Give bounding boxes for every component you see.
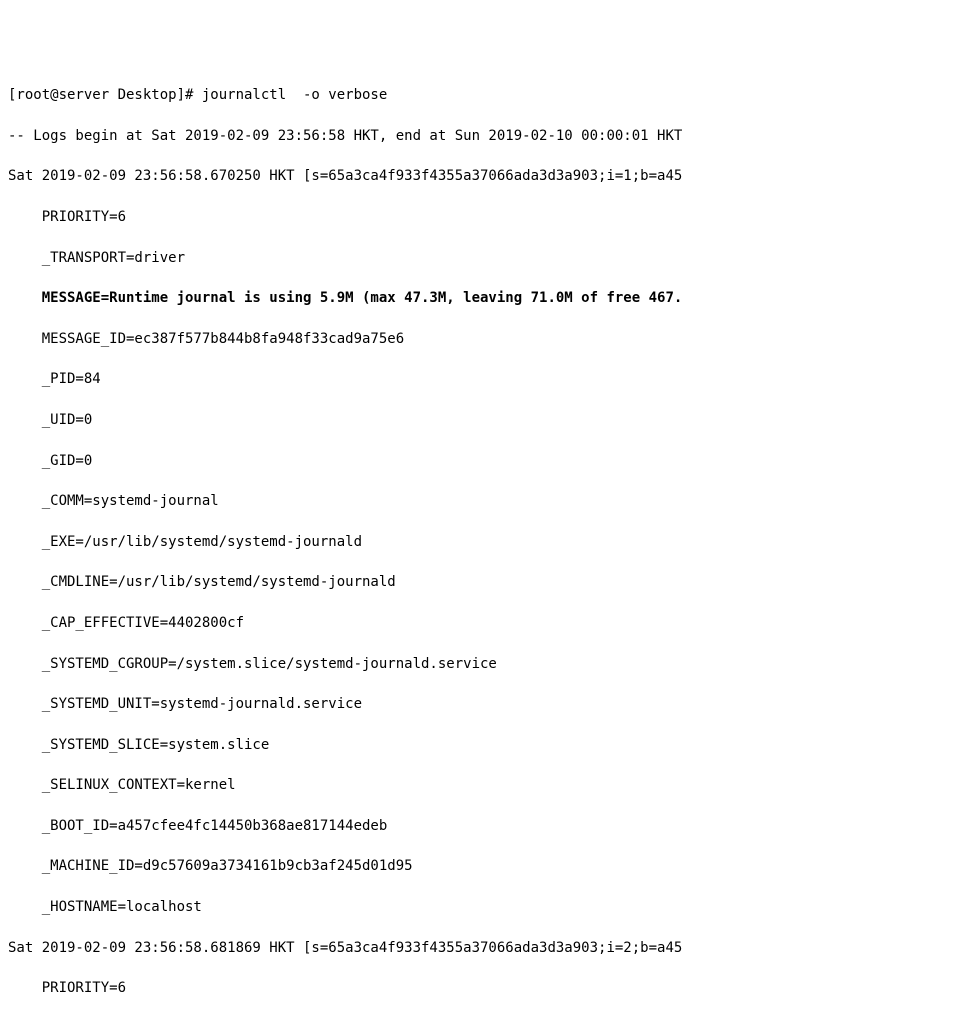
entry-1-gid: _GID=0	[8, 451, 970, 471]
entry-1-systemd-cgroup: _SYSTEMD_CGROUP=/system.slice/systemd-jo…	[8, 654, 970, 674]
entry-1-transport: _TRANSPORT=driver	[8, 248, 970, 268]
entry-1-selinux-context: _SELINUX_CONTEXT=kernel	[8, 775, 970, 795]
entry-1-hostname: _HOSTNAME=localhost	[8, 897, 970, 917]
entry-2-priority: PRIORITY=6	[8, 978, 970, 998]
entry-1-boot-id: _BOOT_ID=a457cfee4fc14450b368ae817144ede…	[8, 816, 970, 836]
entry-1-machine-id: _MACHINE_ID=d9c57609a3734161b9cb3af245d0…	[8, 856, 970, 876]
entry-1-priority: PRIORITY=6	[8, 207, 970, 227]
entry-2-timestamp: Sat 2019-02-09 23:56:58.681869 HKT [s=65…	[8, 938, 970, 958]
entry-1-cmdline: _CMDLINE=/usr/lib/systemd/systemd-journa…	[8, 572, 970, 592]
log-header: -- Logs begin at Sat 2019-02-09 23:56:58…	[8, 126, 970, 146]
entry-1-message: MESSAGE=Runtime journal is using 5.9M (m…	[8, 288, 970, 308]
entry-1-systemd-slice: _SYSTEMD_SLICE=system.slice	[8, 735, 970, 755]
entry-1-systemd-unit: _SYSTEMD_UNIT=systemd-journald.service	[8, 694, 970, 714]
entry-1-exe: _EXE=/usr/lib/systemd/systemd-journald	[8, 532, 970, 552]
entry-1-pid: _PID=84	[8, 369, 970, 389]
entry-1-uid: _UID=0	[8, 410, 970, 430]
entry-1-message-id: MESSAGE_ID=ec387f577b844b8fa948f33cad9a7…	[8, 329, 970, 349]
entry-1-comm: _COMM=systemd-journal	[8, 491, 970, 511]
shell-prompt-line[interactable]: [root@server Desktop]# journalctl -o ver…	[8, 85, 970, 105]
entry-1-cap-effective: _CAP_EFFECTIVE=4402800cf	[8, 613, 970, 633]
entry-1-timestamp: Sat 2019-02-09 23:56:58.670250 HKT [s=65…	[8, 166, 970, 186]
